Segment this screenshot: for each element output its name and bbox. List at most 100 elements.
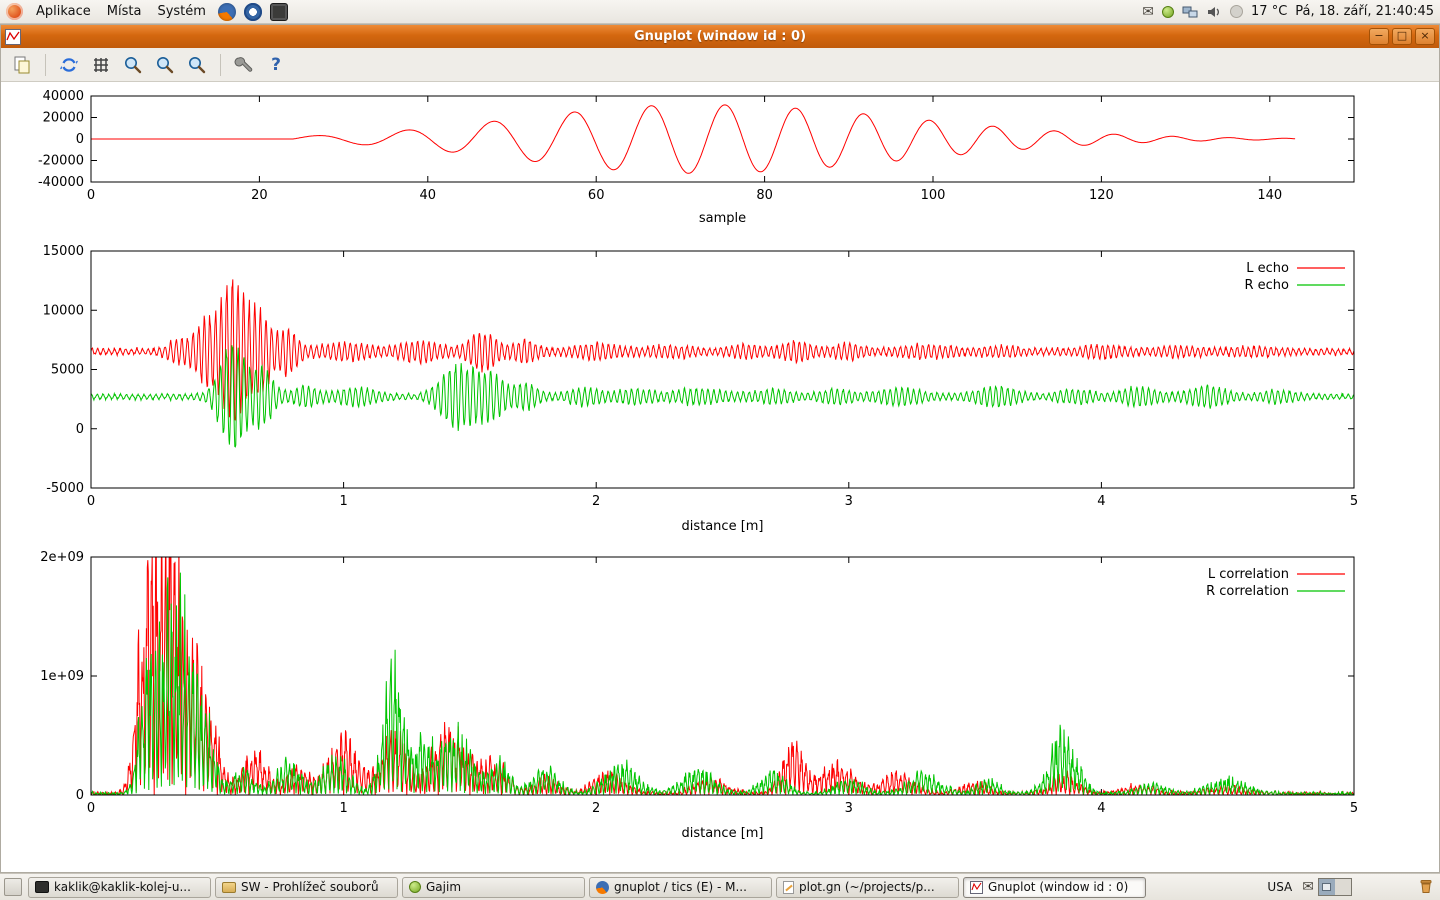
copy-clipboard-button[interactable]: [9, 52, 35, 78]
file-manager-icon: [222, 882, 236, 893]
svg-text:-20000: -20000: [38, 154, 84, 169]
svg-text:L correlation: L correlation: [1208, 567, 1289, 582]
taskbar-button-editor[interactable]: plot.gn (~/projects/p...: [776, 877, 959, 898]
settings-button[interactable]: [231, 52, 257, 78]
svg-text:5: 5: [1350, 494, 1358, 509]
wrench-icon: [234, 55, 254, 75]
svg-text:R correlation: R correlation: [1206, 584, 1289, 599]
svg-text:4: 4: [1097, 801, 1105, 816]
svg-text:0: 0: [76, 132, 84, 147]
menu-applications[interactable]: Aplikace: [29, 1, 98, 22]
zoom-previous-button[interactable]: [120, 52, 146, 78]
refresh-icon: [59, 55, 79, 75]
taskbar-label: Gajim: [426, 880, 461, 894]
help-launcher-icon[interactable]: [244, 3, 262, 21]
autoscale-icon: [187, 55, 207, 75]
svg-text:3: 3: [845, 801, 853, 816]
terminal-launcher-icon[interactable]: [270, 3, 288, 21]
taskbar-button-gnuplot[interactable]: Gnuplot (window id : 0): [963, 877, 1146, 898]
gnome-panel-bottom: kaklik@kaklik-kolej-u... SW - Prohlížeč …: [0, 873, 1440, 900]
svg-text:-40000: -40000: [38, 175, 84, 190]
svg-text:140: 140: [1257, 188, 1282, 203]
taskbar-button-terminal[interactable]: kaklik@kaklik-kolej-u...: [28, 877, 211, 898]
zoom-next-button[interactable]: [152, 52, 178, 78]
gnuplot-toolbar: ?: [1, 48, 1439, 82]
help-button[interactable]: ?: [263, 52, 289, 78]
maximize-button[interactable]: □: [1392, 28, 1412, 45]
temperature-indicator[interactable]: 17 °C: [1251, 4, 1287, 19]
update-notifier-icon[interactable]: [1162, 6, 1174, 18]
workspace-switcher[interactable]: [1318, 878, 1352, 896]
taskbar-button-file-manager[interactable]: SW - Prohlížeč souborů: [215, 877, 398, 898]
titlebar[interactable]: Gnuplot (window id : 0) − □ ×: [1, 25, 1439, 48]
autoscale-button[interactable]: [184, 52, 210, 78]
show-desktop-button[interactable]: [4, 878, 22, 896]
firefox-icon: [596, 881, 609, 894]
svg-text:sample: sample: [699, 211, 746, 226]
svg-text:10000: 10000: [43, 303, 84, 318]
svg-text:2: 2: [592, 494, 600, 509]
taskbar-button-firefox[interactable]: gnuplot / tics (E) - M...: [589, 877, 772, 898]
close-button[interactable]: ×: [1415, 28, 1435, 45]
weather-icon[interactable]: [1230, 5, 1243, 18]
taskbar-label: kaklik@kaklik-kolej-u...: [54, 880, 191, 894]
replot-button[interactable]: [56, 52, 82, 78]
svg-text:60: 60: [588, 188, 605, 203]
gnuplot-plots[interactable]: 02040608010012014040000200000-20000-4000…: [1, 82, 1439, 872]
svg-text:20000: 20000: [43, 111, 84, 126]
plot-0: 02040608010012014040000200000-20000-4000…: [38, 89, 1354, 226]
taskbar-label: SW - Prohlížeč souborů: [241, 880, 379, 894]
svg-text:0: 0: [76, 422, 84, 437]
taskbar-label: Gnuplot (window id : 0): [988, 880, 1128, 894]
minimize-button[interactable]: −: [1369, 28, 1389, 45]
firefox-launcher-icon[interactable]: [218, 3, 236, 21]
svg-text:0: 0: [87, 494, 95, 509]
help-icon: ?: [271, 55, 281, 75]
svg-text:40: 40: [420, 188, 437, 203]
trash-applet[interactable]: [1418, 878, 1434, 897]
volume-icon[interactable]: [1206, 5, 1222, 19]
menu-system[interactable]: Systém: [150, 1, 212, 22]
svg-text:-5000: -5000: [46, 481, 84, 496]
text-editor-icon: [783, 881, 794, 894]
svg-text:3: 3: [845, 494, 853, 509]
svg-text:2: 2: [592, 801, 600, 816]
svg-text:5000: 5000: [51, 363, 84, 378]
plot-1: 012345150001000050000-5000distance [m]L …: [43, 244, 1359, 534]
workspace-1[interactable]: [1319, 879, 1335, 895]
zoom-next-icon: [155, 55, 175, 75]
mail-icon[interactable]: ✉: [1142, 4, 1154, 20]
trash-icon: [1418, 878, 1434, 894]
network-icon[interactable]: [1182, 5, 1198, 19]
svg-text:distance [m]: distance [m]: [681, 519, 763, 534]
grid-toggle-button[interactable]: [88, 52, 114, 78]
svg-text:5: 5: [1350, 801, 1358, 816]
menu-places[interactable]: Místa: [100, 1, 149, 22]
svg-text:120: 120: [1089, 188, 1114, 203]
svg-text:80: 80: [756, 188, 773, 203]
clock[interactable]: Pá, 18. září, 21:40:45: [1295, 4, 1434, 19]
workspace-2[interactable]: [1335, 879, 1351, 895]
svg-text:1: 1: [339, 801, 347, 816]
distro-menu-icon[interactable]: [6, 3, 23, 20]
svg-text:R echo: R echo: [1244, 278, 1289, 293]
grid-icon: [91, 55, 111, 75]
gnome-panel-top: Aplikace Místa Systém ✉ 17 °C Pá, 18. zá…: [0, 0, 1440, 24]
svg-text:40000: 40000: [43, 89, 84, 104]
toolbar-separator: [45, 54, 46, 76]
taskbar-button-gajim[interactable]: Gajim: [402, 877, 585, 898]
taskbar-label: plot.gn (~/projects/p...: [799, 880, 935, 894]
svg-text:0: 0: [76, 788, 84, 803]
svg-text:100: 100: [921, 188, 946, 203]
svg-text:0: 0: [87, 188, 95, 203]
plot-canvas-area: 02040608010012014040000200000-20000-4000…: [1, 82, 1439, 872]
zoom-previous-icon: [123, 55, 143, 75]
svg-text:1: 1: [339, 494, 347, 509]
taskbar-label: gnuplot / tics (E) - M...: [614, 880, 747, 894]
svg-text:0: 0: [87, 801, 95, 816]
gnuplot-icon: [970, 881, 983, 894]
mail-notification-icon[interactable]: ✉: [1302, 879, 1314, 895]
window-title: Gnuplot (window id : 0): [1, 29, 1439, 44]
keyboard-layout-indicator[interactable]: USA: [1261, 880, 1298, 894]
copy-icon: [12, 55, 32, 75]
